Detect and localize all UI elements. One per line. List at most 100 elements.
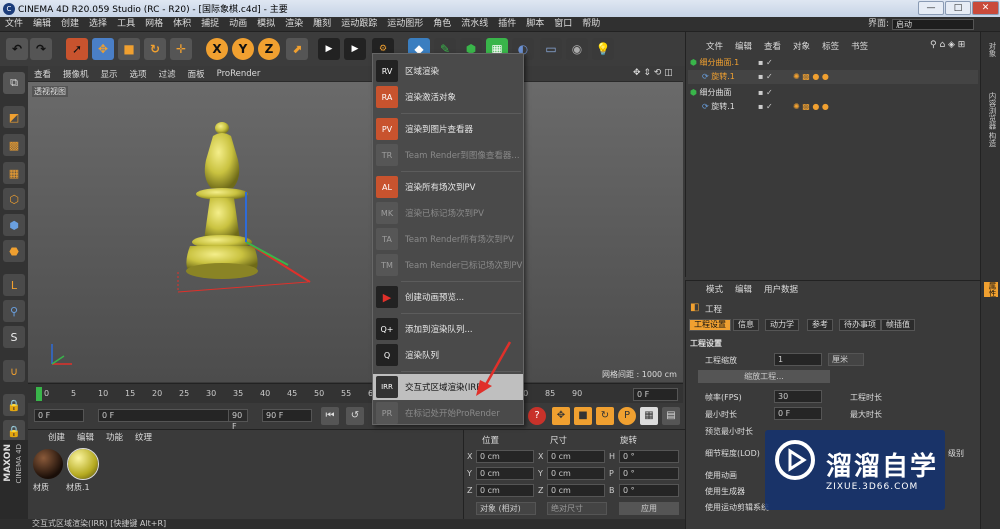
tab-project-settings[interactable]: 工程设置 (689, 319, 731, 331)
make-editable-icon[interactable]: ⧉ (3, 72, 25, 94)
position-y-field[interactable]: 0 cm (476, 467, 534, 480)
menu-help[interactable]: 帮助 (577, 17, 605, 32)
magnet-icon[interactable]: ∪ (3, 360, 25, 382)
edges-mode-icon[interactable]: ⬢ (3, 214, 25, 236)
axis-z-toggle[interactable]: Z (258, 38, 280, 60)
help-icon[interactable]: ? (528, 407, 546, 425)
obj-menu-bookmarks[interactable]: 书签 (845, 40, 874, 52)
axis-mode-icon[interactable]: L (3, 274, 25, 296)
attr-menu-edit[interactable]: 编辑 (729, 283, 758, 295)
points-mode-icon[interactable]: ⬡ (3, 188, 25, 210)
perspective-viewport[interactable] (28, 82, 683, 382)
floor-icon[interactable]: ▭ (540, 38, 562, 60)
camera-icon[interactable]: ◉ (566, 38, 588, 60)
tab-info[interactable]: 信息 (733, 319, 759, 331)
polygons-mode-icon[interactable]: ⬣ (3, 240, 25, 262)
right-tab-structure[interactable]: 构造 (984, 132, 998, 147)
size-y-field[interactable]: 0 cm (547, 467, 605, 480)
record-scale-icon[interactable]: ■ (574, 407, 592, 425)
material-swatch-dark[interactable] (33, 449, 63, 479)
menu-window[interactable]: 窗口 (549, 17, 577, 32)
timeline[interactable]: 0 5 10 15 20 25 30 35 40 45 50 55 60 80 … (28, 383, 683, 403)
scale-project-button[interactable]: 缩放工程... (698, 370, 830, 383)
tab-dynamics[interactable]: 动力学 (765, 319, 799, 331)
goto-start-icon[interactable]: ⏮ (321, 407, 339, 425)
menu-edit[interactable]: 编辑 (28, 17, 56, 32)
redo-icon[interactable]: ↷ (30, 38, 52, 60)
menu-volume[interactable]: 体积 (168, 17, 196, 32)
size-z-field[interactable]: 0 cm (547, 484, 605, 497)
right-tab-attributes[interactable]: 属性 (984, 282, 998, 297)
viewport-menu-display[interactable]: 显示 (95, 68, 124, 80)
object-visibility-icon[interactable]: ▪ ✓ (758, 100, 773, 114)
material-menu-create[interactable]: 创建 (42, 431, 71, 443)
live-select-icon[interactable]: ➚ (66, 38, 88, 60)
viewport-menu-filter[interactable]: 过滤 (153, 68, 182, 80)
rotate-icon[interactable]: ↻ (144, 38, 166, 60)
obj-menu-object[interactable]: 对象 (787, 40, 816, 52)
render-view-icon[interactable]: ▶ (318, 38, 340, 60)
size-x-field[interactable]: 0 cm (547, 450, 605, 463)
size-mode-select[interactable]: 绝对尺寸 (547, 502, 607, 515)
tweak-mode-icon[interactable]: ⚲ (3, 300, 25, 322)
obj-search-icon[interactable]: ⚲ ⌂ ◈ ⊞ (930, 40, 965, 50)
recent-tools-icon[interactable]: ✛ (170, 38, 192, 60)
position-x-field[interactable]: 0 cm (476, 450, 534, 463)
menu-plugins[interactable]: 插件 (493, 17, 521, 32)
viewport-menu-view[interactable]: 查看 (28, 68, 57, 80)
tab-todo[interactable]: 待办事项 (839, 319, 881, 331)
record-pla-icon[interactable]: ▦ (640, 407, 658, 425)
object-visibility-icon[interactable]: ▪ ✓ (758, 70, 773, 84)
object-row[interactable]: ⟳ 旋转.1 ▪ ✓ ✺ ▩ ● ● (688, 70, 978, 84)
object-row[interactable]: ⬢ 细分曲面 ▪ ✓ (688, 86, 978, 100)
workplane-icon[interactable]: ▦ (3, 162, 25, 184)
snap-icon[interactable]: S (3, 326, 25, 348)
obj-menu-view[interactable]: 查看 (758, 40, 787, 52)
menu-render[interactable]: 渲染 (280, 17, 308, 32)
menu-create[interactable]: 创建 (56, 17, 84, 32)
right-tab-content-browser[interactable]: 内容浏览器 (984, 92, 998, 130)
menu-motion-tracker[interactable]: 运动跟踪 (336, 17, 382, 32)
current-frame-field[interactable]: 0 F (98, 409, 248, 422)
menu-item-render-active[interactable]: RA 渲染激活对象 (373, 84, 523, 110)
menu-sculpt[interactable]: 雕刻 (308, 17, 336, 32)
render-pv-icon[interactable]: ▶ (344, 38, 366, 60)
end-frame-field[interactable]: 90 F (262, 409, 312, 422)
min-time-field[interactable]: 0 F (774, 407, 822, 420)
maximize-button[interactable]: □ (945, 1, 971, 15)
model-mode-icon[interactable]: ◩ (3, 106, 25, 128)
menu-script[interactable]: 脚本 (521, 17, 549, 32)
viewport-menu-camera[interactable]: 摄像机 (57, 68, 95, 80)
light-icon[interactable]: 💡 (592, 38, 614, 60)
rotation-p-field[interactable]: 0 ° (619, 467, 679, 480)
menu-tools[interactable]: 工具 (112, 17, 140, 32)
project-unit-select[interactable]: 厘米 (828, 353, 864, 366)
attr-menu-userdata[interactable]: 用户数据 (758, 283, 804, 295)
grid-lock-icon[interactable]: 🔒 (3, 420, 25, 442)
menu-item-add-to-queue[interactable]: Q+ 添加到渲染队列... (373, 316, 523, 342)
tab-reference[interactable]: 参考 (807, 319, 833, 331)
obj-menu-tags[interactable]: 标签 (816, 40, 845, 52)
viewport-menu-prorender[interactable]: ProRender (211, 69, 267, 79)
attr-menu-mode[interactable]: 模式 (700, 283, 729, 295)
texture-mode-icon[interactable]: ▩ (3, 134, 25, 156)
record-rotation-icon[interactable]: ↻ (596, 407, 614, 425)
coord-mode-select[interactable]: 对象 (相对) (476, 502, 536, 515)
close-button[interactable]: ✕ (972, 1, 999, 15)
axis-y-toggle[interactable]: Y (232, 38, 254, 60)
start-frame-field[interactable]: 0 F (34, 409, 84, 422)
move-icon[interactable]: ✥ (92, 38, 114, 60)
lock-workplane-icon[interactable]: 🔒 (3, 394, 25, 416)
playhead-marker[interactable] (36, 387, 42, 401)
menu-snap[interactable]: 捕捉 (196, 17, 224, 32)
record-position-icon[interactable]: ✥ (552, 407, 570, 425)
object-row[interactable]: ⬢ 细分曲面.1 ▪ ✓ (688, 56, 978, 70)
material-tags-icon[interactable]: ✺ ▩ ● ● (793, 70, 829, 84)
menu-character[interactable]: 角色 (428, 17, 456, 32)
keyframe-settings-icon[interactable]: ▤ (662, 407, 680, 425)
object-row[interactable]: ⟳ 旋转.1 ▪ ✓ ✺ ▩ ● ● (688, 100, 978, 114)
menu-animate[interactable]: 动画 (224, 17, 252, 32)
viewport-menu-panel[interactable]: 面板 (182, 68, 211, 80)
project-scale-field[interactable]: 1 (774, 353, 822, 366)
obj-menu-file[interactable]: 文件 (700, 40, 729, 52)
